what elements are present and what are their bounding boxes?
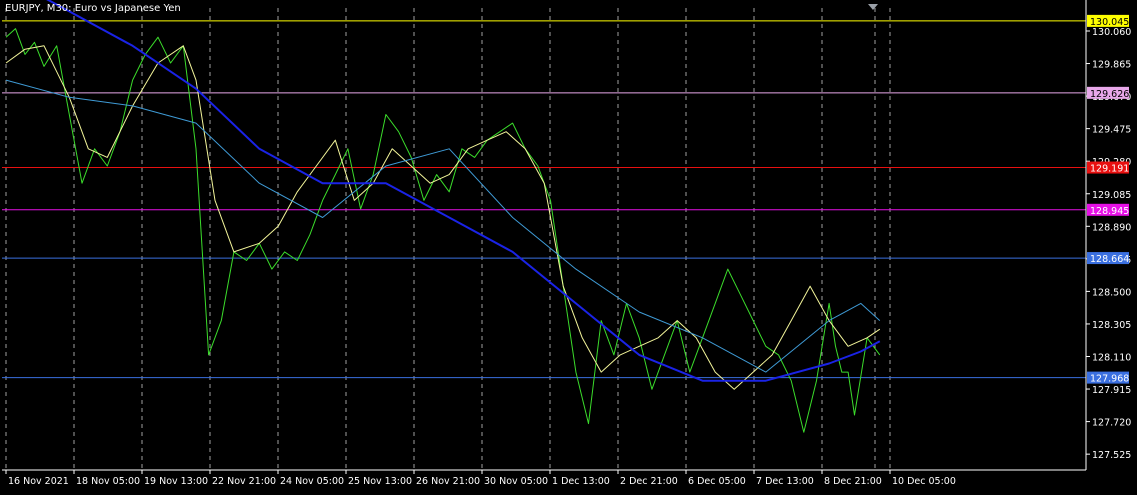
horizontal-levels (2, 20, 1086, 379)
y-tick-label: 127.915 (1092, 385, 1131, 396)
y-tick-label: 127.525 (1092, 450, 1131, 461)
x-tick-label: 19 Nov 13:00 (144, 476, 208, 487)
series-group (5, 0, 881, 433)
y-tick-label: 130.060 (1092, 27, 1131, 38)
x-tick-label: 24 Nov 05:00 (280, 476, 344, 487)
y-tick-label: 129.865 (1092, 60, 1131, 71)
x-tick-label: 6 Dec 05:00 (688, 476, 746, 487)
price-level-label: 129.191 (1090, 164, 1129, 175)
series-line-ma_fast (5, 45, 881, 390)
y-tick-label: 127.720 (1092, 418, 1131, 429)
chart-title: EURJPY, M30: Euro vs Japanese Yen (5, 3, 181, 14)
price-level-label: 129.626 (1090, 89, 1129, 100)
price-level-label: 128.664 (1090, 254, 1129, 265)
y-tick-label: 129.475 (1092, 125, 1131, 136)
price-level-label: 127.968 (1090, 374, 1129, 385)
x-tick-label: 30 Nov 05:00 (484, 476, 548, 487)
x-tick-label: 2 Dec 21:00 (620, 476, 678, 487)
x-tick-label: 8 Dec 21:00 (824, 476, 882, 487)
x-tick-label: 10 Dec 05:00 (892, 476, 956, 487)
y-tick-label: 128.305 (1092, 320, 1131, 331)
y-tick-label: 128.110 (1092, 353, 1131, 364)
series-line-price (5, 28, 881, 433)
y-tick-label: 128.500 (1092, 287, 1131, 298)
x-tick-label: 22 Nov 21:00 (212, 476, 276, 487)
x-tick-label: 26 Nov 21:00 (416, 476, 480, 487)
price-level-label: 130.045 (1090, 17, 1129, 28)
series-line-ma_mid (5, 79, 881, 373)
x-tick-label: 16 Nov 2021 (8, 476, 69, 487)
y-tick-label: 129.085 (1092, 190, 1131, 201)
x-tick-label: 7 Dec 13:00 (756, 476, 814, 487)
chart-shift-marker (868, 4, 878, 10)
series-line-ma_slow (46, 0, 881, 382)
x-tick-label: 1 Dec 13:00 (552, 476, 610, 487)
price-level-label: 128.945 (1090, 206, 1129, 217)
grid (5, 8, 891, 470)
price-chart[interactable]: 16 Nov 2021 18 Nov 05:00 19 Nov 13:00 22 No… (0, 0, 1137, 491)
y-tick-label: 128.890 (1092, 222, 1131, 233)
x-tick-label: 18 Nov 05:00 (76, 476, 140, 487)
x-tick-label: 25 Nov 13:00 (348, 476, 412, 487)
chart-canvas[interactable]: 16 Nov 2021 18 Nov 05:00 19 Nov 13:00 22 No… (0, 0, 1137, 491)
